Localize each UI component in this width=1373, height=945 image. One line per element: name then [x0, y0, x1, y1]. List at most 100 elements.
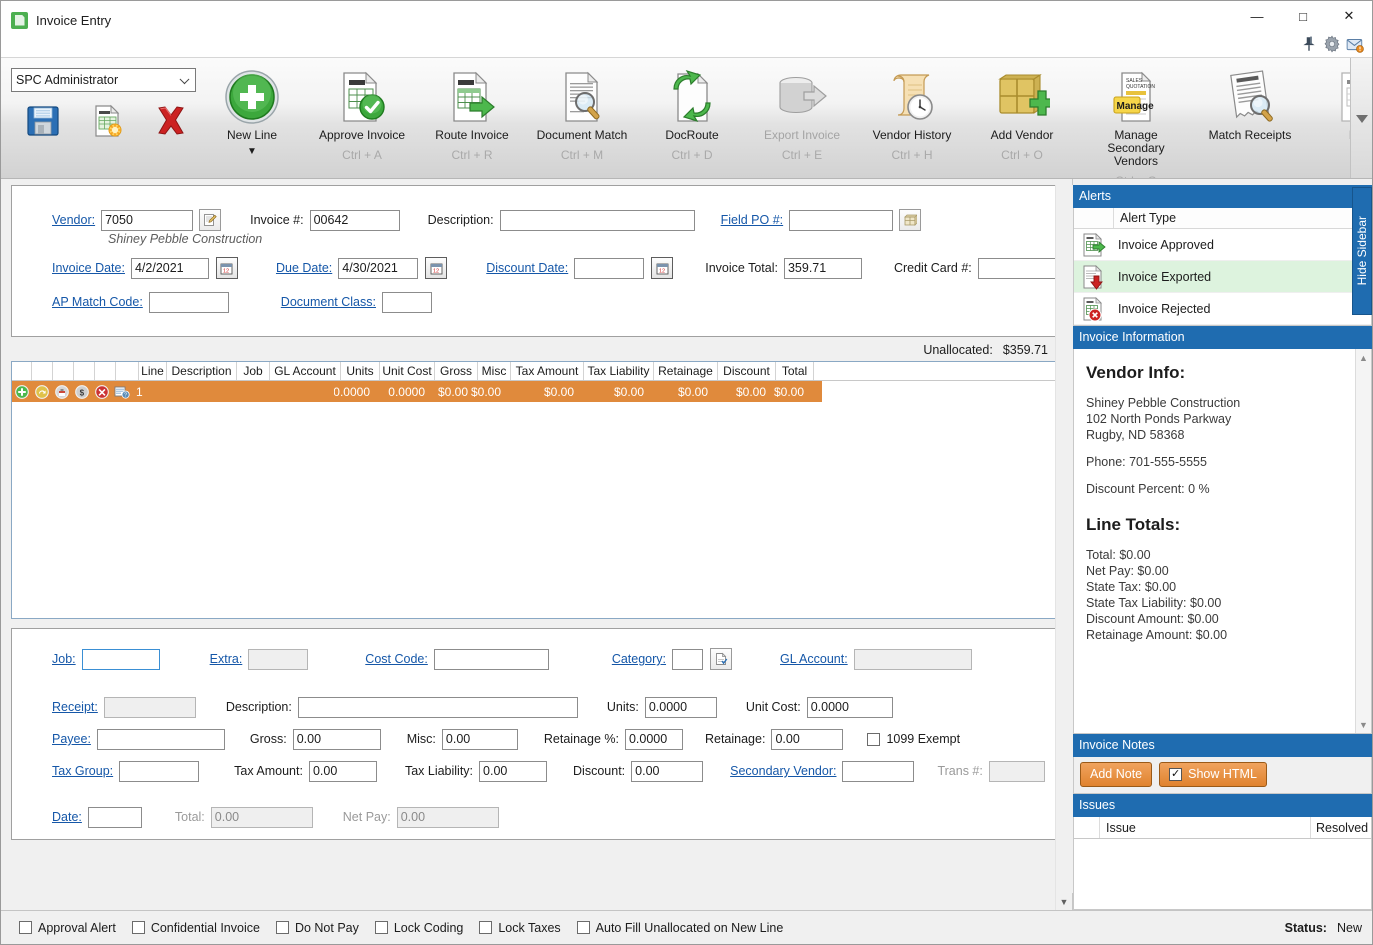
ribbon-item-docroute[interactable]: DocRoute Ctrl + D [637, 58, 747, 162]
tax-group-input[interactable] [119, 760, 200, 782]
tax-amount-input[interactable]: 0.00 [308, 760, 377, 782]
new-invoice-button[interactable] [81, 98, 133, 144]
ribbon-item-document-match[interactable]: Document Match Ctrl + M [527, 58, 637, 162]
auto-fill-unallocated-checkbox[interactable] [576, 921, 590, 934]
cell-line[interactable]: 1 [132, 381, 160, 402]
payee-label[interactable]: Payee: [52, 732, 91, 746]
ribbon-item-new-line[interactable]: New Line ▼ [197, 58, 307, 157]
net-pay-input[interactable]: 0.00 [396, 806, 499, 828]
vendor-input[interactable]: 7050 [101, 209, 194, 231]
lock-coding-checkbox-item[interactable]: Lock Coding [374, 921, 463, 935]
lock-taxes-checkbox-item[interactable]: Lock Taxes [479, 921, 561, 935]
grid-header-description[interactable]: Description [167, 362, 237, 380]
grid-header-misc[interactable]: Misc [478, 362, 511, 380]
cost-code-label[interactable]: Cost Code: [365, 652, 428, 666]
gl-account-input[interactable] [853, 648, 972, 670]
secondary-vendor-label[interactable]: Secondary Vendor: [730, 764, 836, 778]
paste-row-icon[interactable] [52, 381, 72, 402]
ap-match-code-input[interactable] [148, 291, 229, 313]
grid-header-gross[interactable]: Gross [435, 362, 478, 380]
invoice-date-input[interactable]: 4/2/2021 [130, 257, 209, 279]
category-input[interactable] [672, 648, 704, 670]
gear-icon[interactable] [1323, 35, 1341, 53]
ribbon-item-match-receipts[interactable]: Match Receipts [1195, 58, 1305, 148]
scrollbar-track[interactable] [1055, 185, 1073, 893]
scroll-down-arrow-icon[interactable]: ▼ [1056, 893, 1073, 910]
copy-row-icon[interactable] [32, 381, 52, 402]
ribbon-overflow-button[interactable] [1350, 58, 1372, 178]
confidential-invoice-checkbox[interactable] [131, 921, 145, 934]
show-html-toggle[interactable]: ✓ Show HTML [1159, 762, 1267, 787]
cell-gl-account[interactable] [263, 381, 334, 402]
cell-job[interactable] [230, 381, 263, 402]
line-items-grid[interactable]: Line Description Job GL Account Units Un… [11, 361, 1062, 619]
date-label[interactable]: Date: [52, 810, 82, 824]
grid-header-tax-amount[interactable]: Tax Amount [511, 362, 584, 380]
grid-header-units[interactable]: Units [341, 362, 380, 380]
category-picker-button[interactable] [710, 648, 733, 670]
document-class-input[interactable] [381, 291, 432, 313]
tax-group-label[interactable]: Tax Group: [52, 764, 113, 778]
cell-retainage[interactable]: $0.00 [647, 381, 711, 402]
maximize-button[interactable]: □ [1280, 1, 1326, 31]
cell-tax-liability[interactable]: $0.00 [577, 381, 647, 402]
grid-header-tax-liability[interactable]: Tax Liability [584, 362, 654, 380]
lock-taxes-checkbox[interactable] [479, 921, 493, 934]
vendor-label[interactable]: Vendor: [52, 213, 95, 227]
grid-header-job[interactable]: Job [237, 362, 270, 380]
grid-header-retainage[interactable]: Retainage [654, 362, 718, 380]
invoice-information-scrollbar[interactable]: ▲ ▼ [1355, 349, 1371, 733]
unit-cost-input[interactable]: 0.0000 [806, 696, 893, 718]
issues-list[interactable] [1073, 839, 1372, 910]
receipt-input[interactable] [103, 696, 196, 718]
cost-code-input[interactable] [433, 648, 549, 670]
cell-tax-amount[interactable]: $0.00 [504, 381, 577, 402]
field-po-picker-button[interactable] [899, 209, 922, 231]
1099-exempt-checkbox[interactable] [867, 732, 881, 746]
gross-input[interactable]: 0.00 [292, 728, 381, 750]
units-input[interactable]: 0.0000 [644, 696, 717, 718]
discount-date-input[interactable] [574, 257, 645, 279]
hide-sidebar-tab[interactable]: Hide Sidebar [1352, 187, 1372, 315]
list-item[interactable]: Invoice Approved [1074, 229, 1371, 261]
cell-total[interactable]: $0.00 [769, 381, 807, 402]
grid-header-line[interactable]: Line [139, 362, 167, 380]
due-date-label[interactable]: Due Date: [276, 261, 332, 275]
discount-date-calendar-button[interactable]: 12 [651, 257, 674, 279]
payee-input[interactable] [96, 728, 225, 750]
cell-gross[interactable]: $0.00 [428, 381, 471, 402]
extra-input[interactable] [248, 648, 309, 670]
grid-header-gl-account[interactable]: GL Account [270, 362, 341, 380]
delete-button[interactable] [145, 98, 197, 144]
ribbon-item-vendor-history[interactable]: Vendor History Ctrl + H [857, 58, 967, 162]
discount-date-label[interactable]: Discount Date: [486, 261, 568, 275]
show-html-checkbox[interactable]: ✓ [1169, 767, 1183, 781]
issues-header-resolved[interactable]: Resolved [1311, 817, 1371, 838]
ribbon-item-export-invoice[interactable]: Export Invoice Ctrl + E [747, 58, 857, 162]
description-input[interactable] [499, 209, 695, 231]
grid-header-discount[interactable]: Discount [718, 362, 776, 380]
grid-header-unit-cost[interactable]: Unit Cost [380, 362, 435, 380]
approval-alert-checkbox[interactable] [19, 921, 32, 934]
date-input[interactable] [87, 806, 142, 828]
retainage-pct-input[interactable]: 0.0000 [624, 728, 683, 750]
cell-unit-cost[interactable]: 0.0000 [373, 381, 428, 402]
field-po-label[interactable]: Field PO #: [721, 213, 784, 227]
invoice-total-input[interactable]: 359.71 [783, 257, 862, 279]
receipt-label[interactable]: Receipt: [52, 700, 98, 714]
scroll-up-arrow-icon[interactable]: ▲ [1355, 349, 1371, 366]
cell-units[interactable]: 0.0000 [334, 381, 373, 402]
delete-row-icon[interactable] [92, 381, 112, 402]
1099-exempt-checkbox-item[interactable]: 1099 Exempt [867, 732, 960, 746]
user-select[interactable]: SPC Administrator [11, 68, 196, 92]
job-input[interactable] [81, 648, 160, 670]
misc-input[interactable]: 0.00 [441, 728, 518, 750]
row-help-icon[interactable]: ? [112, 381, 132, 402]
detail-total-input[interactable]: 0.00 [210, 806, 313, 828]
confidential-invoice-checkbox-item[interactable]: Confidential Invoice [131, 921, 260, 935]
do-not-pay-checkbox-item[interactable]: Do Not Pay [275, 921, 359, 935]
scroll-down-arrow-icon[interactable]: ▼ [1355, 716, 1371, 733]
ribbon-item-add-vendor[interactable]: Add Vendor Ctrl + O [967, 58, 1077, 162]
detail-description-input[interactable] [297, 696, 578, 718]
auto-fill-unallocated-checkbox-item[interactable]: Auto Fill Unallocated on New Line [576, 921, 783, 935]
